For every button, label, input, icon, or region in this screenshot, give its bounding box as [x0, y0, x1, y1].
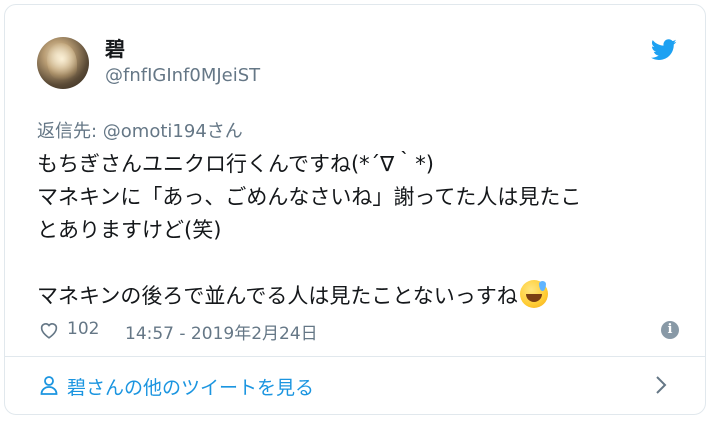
tweet-text: もちぎさんユニクロ行くんですね(*´∇｀*) マネキンに「あっ、ごめんなさいね」… [37, 148, 687, 313]
more-tweets-label[interactable]: 碧さんの他のツイートを見る [67, 373, 314, 400]
screen-name[interactable]: @fnfIGInf0MJeiST [105, 63, 260, 89]
grinning-sweat-emoji-icon [519, 280, 548, 308]
tweet-line: マネキンの後ろで並んでる人は見たことないっすね [37, 284, 518, 308]
tweet-header: 碧 @fnfIGInf0MJeiST [37, 35, 677, 95]
tweet-line: もちぎさんユニクロ行くんですね(*´∇｀*) [37, 152, 434, 176]
replying-to: 返信先: @omoti194さん [37, 117, 243, 143]
display-name[interactable]: 碧 [105, 37, 260, 61]
timestamp-link[interactable]: 14:57 - 2019年2月24日 [125, 319, 318, 344]
person-icon [40, 376, 58, 395]
tweet-card: 碧 @fnfIGInf0MJeiST 返信先: @omoti194さん もちぎさ… [4, 4, 706, 415]
tweet-line [37, 247, 687, 280]
replying-prefix: 返信先: [37, 121, 103, 142]
chevron-right-icon[interactable] [655, 375, 667, 395]
user-avatar[interactable] [37, 37, 89, 89]
reply-mention-link[interactable]: @omoti194さん [103, 121, 243, 142]
tweet-last-line: マネキンの後ろで並んでる人は見たことないっすね [37, 280, 687, 313]
heart-icon[interactable] [39, 321, 59, 339]
tweet-line: とありますけど(笑) [37, 218, 222, 242]
like-count[interactable]: 102 [67, 319, 99, 339]
tweet-line: マネキンに「あっ、ごめんなさいね」謝ってた人は見たこ [37, 185, 582, 209]
info-icon[interactable]: i [661, 321, 679, 339]
more-tweets-link[interactable]: 碧さんの他のツイートを見る [5, 357, 705, 414]
twitter-bird-icon[interactable] [651, 39, 677, 61]
user-names[interactable]: 碧 @fnfIGInf0MJeiST [105, 37, 260, 89]
tweet-meta: 102 14:57 - 2019年2月24日 i [39, 317, 679, 345]
